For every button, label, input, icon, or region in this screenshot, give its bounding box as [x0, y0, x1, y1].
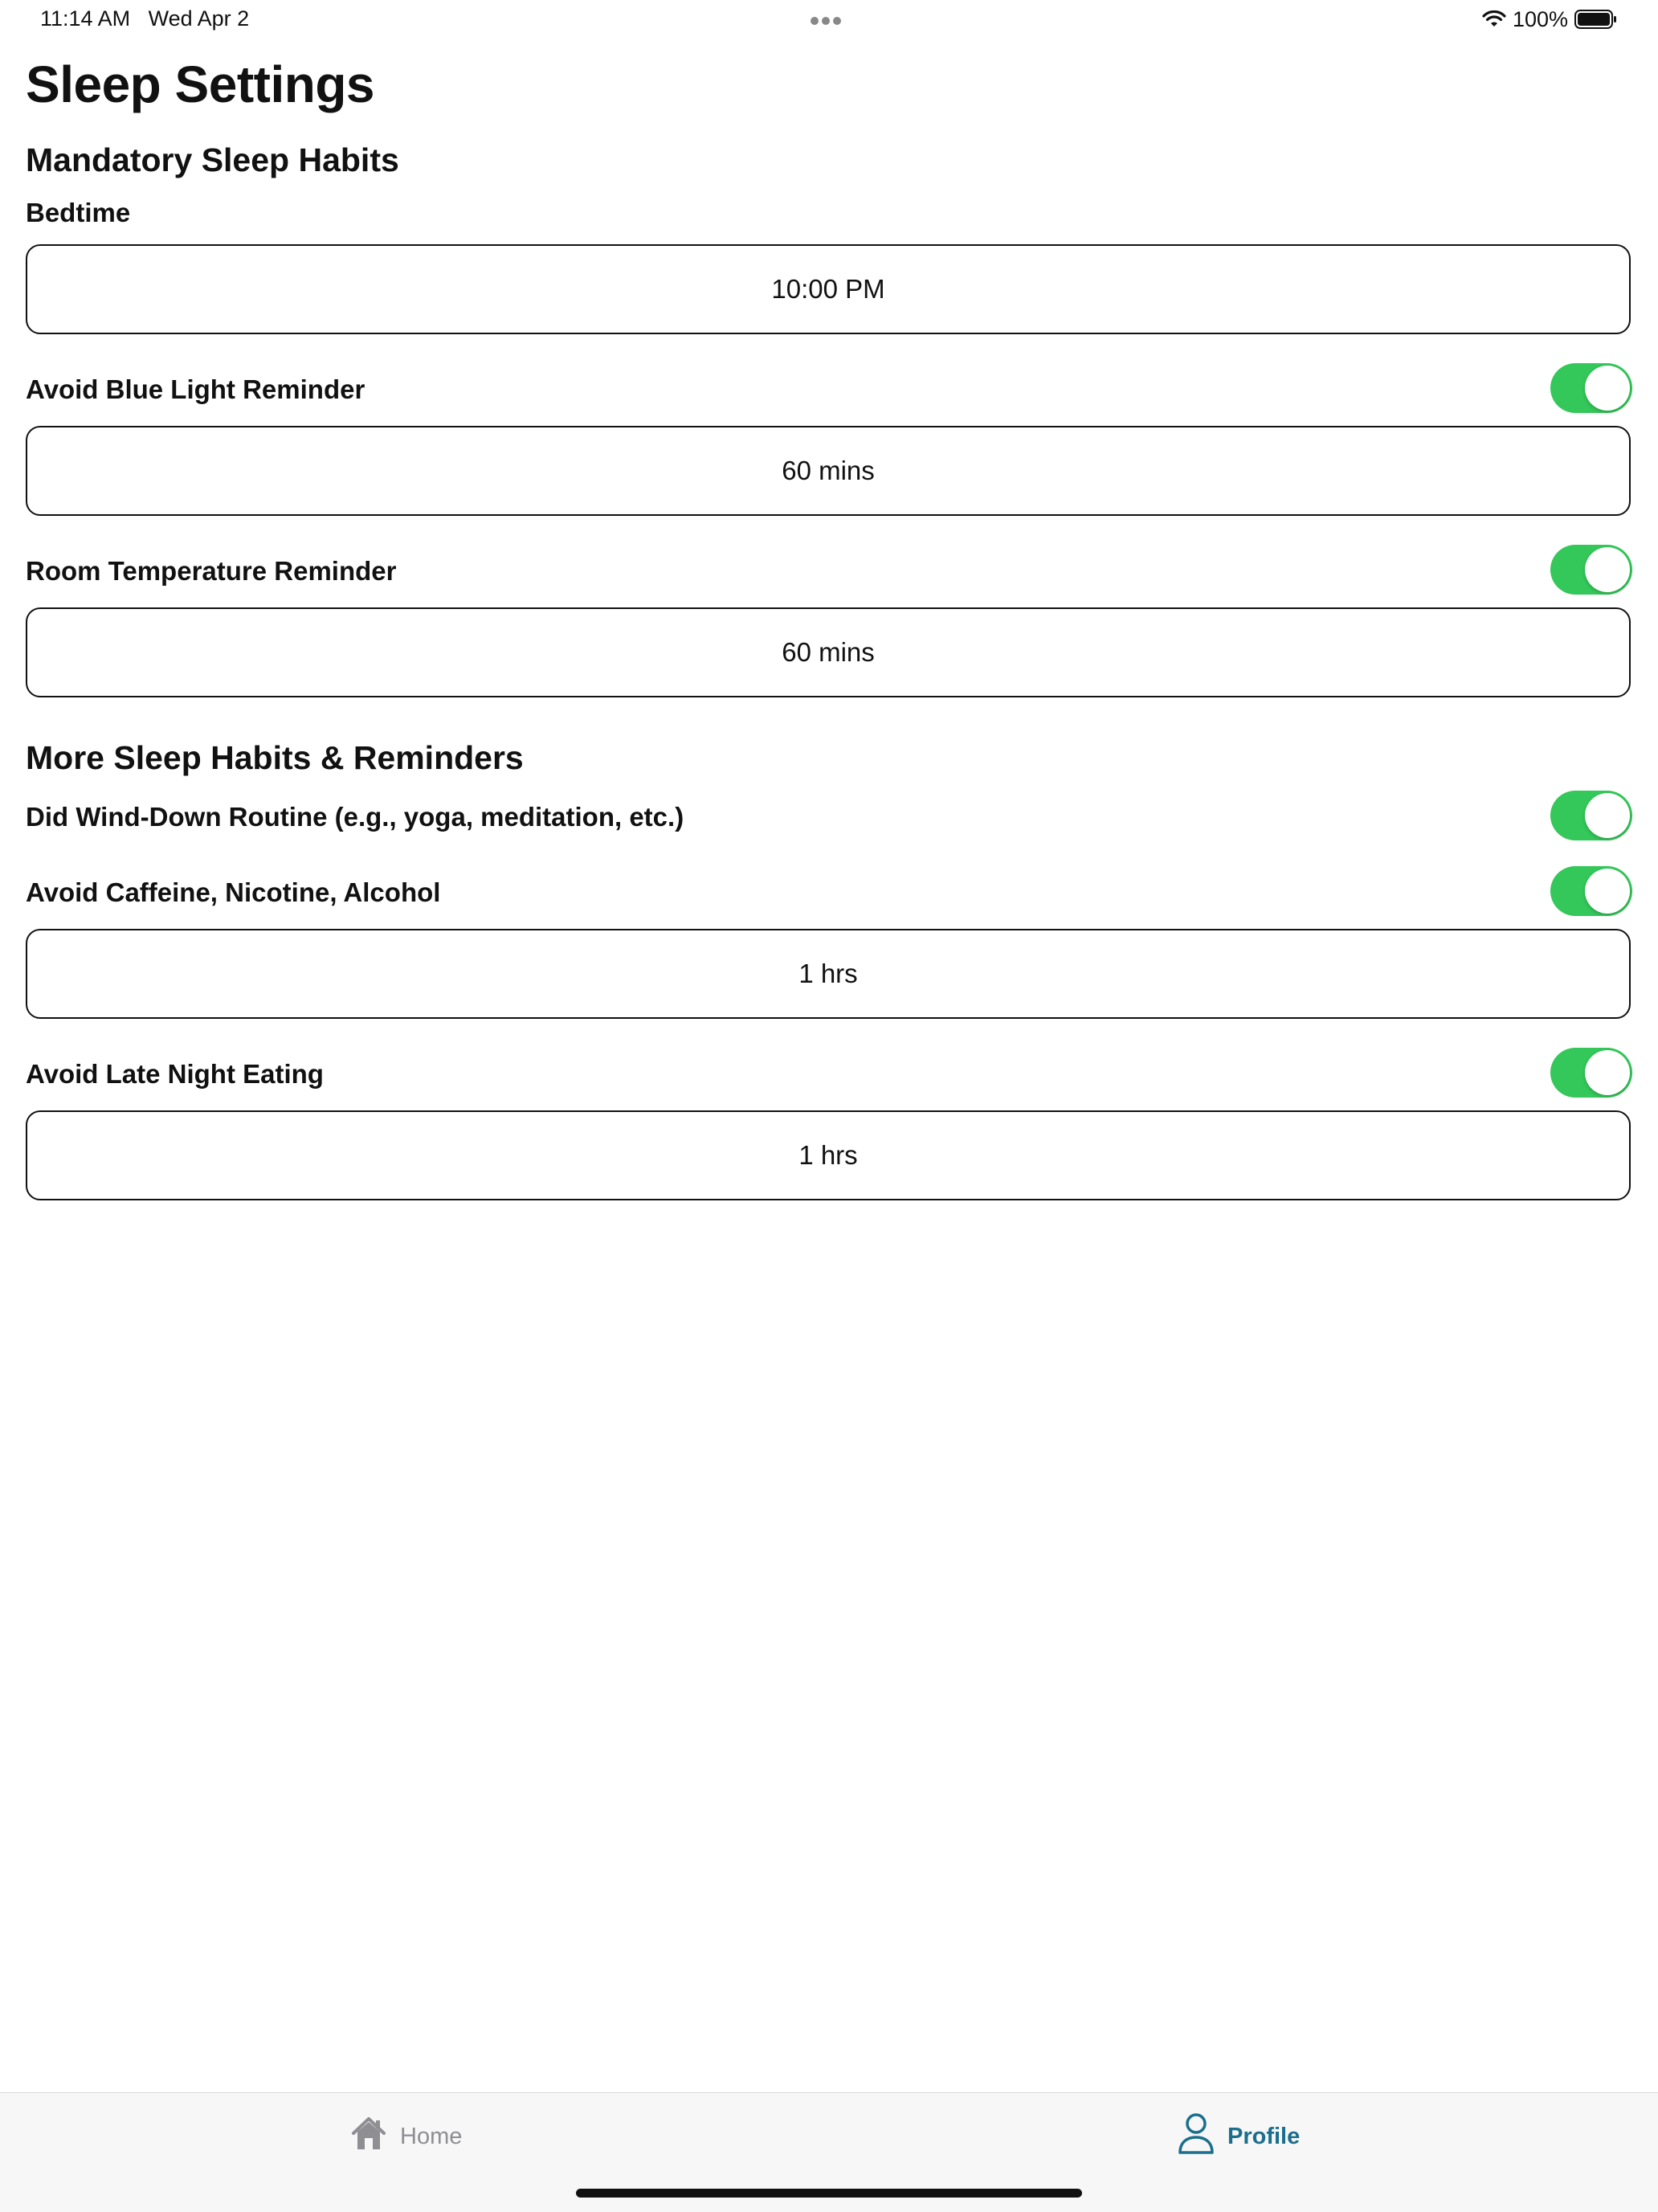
- late-eating-toggle[interactable]: [1550, 1048, 1632, 1098]
- status-time-date: 11:14 AM Wed Apr 2: [40, 6, 249, 31]
- multitasking-dots-icon[interactable]: [811, 14, 847, 25]
- room-temp-duration-value: 60 mins: [782, 637, 875, 667]
- toggle-knob: [1585, 366, 1630, 411]
- caffeine-toggle[interactable]: [1550, 866, 1632, 916]
- blue-light-duration-value: 60 mins: [782, 456, 875, 485]
- tab-home-label: Home: [400, 2123, 463, 2149]
- late-eating-duration-value: 1 hrs: [798, 1140, 858, 1170]
- status-indicators: 100%: [1482, 5, 1618, 34]
- blue-light-duration-picker[interactable]: 60 mins: [26, 426, 1631, 516]
- home-indicator[interactable]: [576, 2189, 1082, 2198]
- tab-profile-label: Profile: [1227, 2123, 1301, 2149]
- caffeine-duration-picker[interactable]: 1 hrs: [26, 929, 1631, 1019]
- page-title: Sleep Settings: [26, 55, 375, 113]
- section-title-mandatory: Mandatory Sleep Habits: [26, 141, 399, 178]
- bedtime-picker[interactable]: 10:00 PM: [26, 244, 1631, 334]
- caffeine-label: Avoid Caffeine, Nicotine, Alcohol: [26, 877, 441, 907]
- wind-down-toggle[interactable]: [1550, 791, 1632, 840]
- battery-icon: [1574, 10, 1618, 29]
- status-time: 11:14 AM: [40, 6, 131, 31]
- toggle-knob: [1585, 793, 1630, 838]
- status-date: Wed Apr 2: [148, 6, 250, 31]
- late-eating-duration-picker[interactable]: 1 hrs: [26, 1110, 1631, 1200]
- battery-percent: 100%: [1512, 6, 1568, 31]
- section-title-more: More Sleep Habits & Reminders: [26, 739, 524, 776]
- room-temp-toggle[interactable]: [1550, 545, 1632, 595]
- person-icon: [1178, 2112, 1215, 2161]
- bedtime-value: 10:00 PM: [771, 274, 885, 304]
- room-temp-label: Room Temperature Reminder: [26, 556, 397, 586]
- caffeine-duration-value: 1 hrs: [798, 959, 858, 988]
- tab-home[interactable]: Home: [350, 2112, 462, 2161]
- toggle-knob: [1585, 547, 1630, 592]
- toggle-knob: [1585, 869, 1630, 914]
- house-icon: [350, 2116, 387, 2157]
- blue-light-label: Avoid Blue Light Reminder: [26, 374, 365, 404]
- tab-profile[interactable]: Profile: [1178, 2112, 1300, 2161]
- wifi-icon: [1482, 10, 1506, 28]
- blue-light-toggle[interactable]: [1550, 363, 1632, 413]
- bedtime-label: Bedtime: [26, 198, 131, 227]
- wind-down-label: Did Wind-Down Routine (e.g., yoga, medit…: [26, 802, 684, 832]
- late-eating-label: Avoid Late Night Eating: [26, 1059, 324, 1089]
- toggle-knob: [1585, 1050, 1630, 1095]
- room-temp-duration-picker[interactable]: 60 mins: [26, 607, 1631, 697]
- status-bar: 11:14 AM Wed Apr 2 100%: [0, 0, 1658, 39]
